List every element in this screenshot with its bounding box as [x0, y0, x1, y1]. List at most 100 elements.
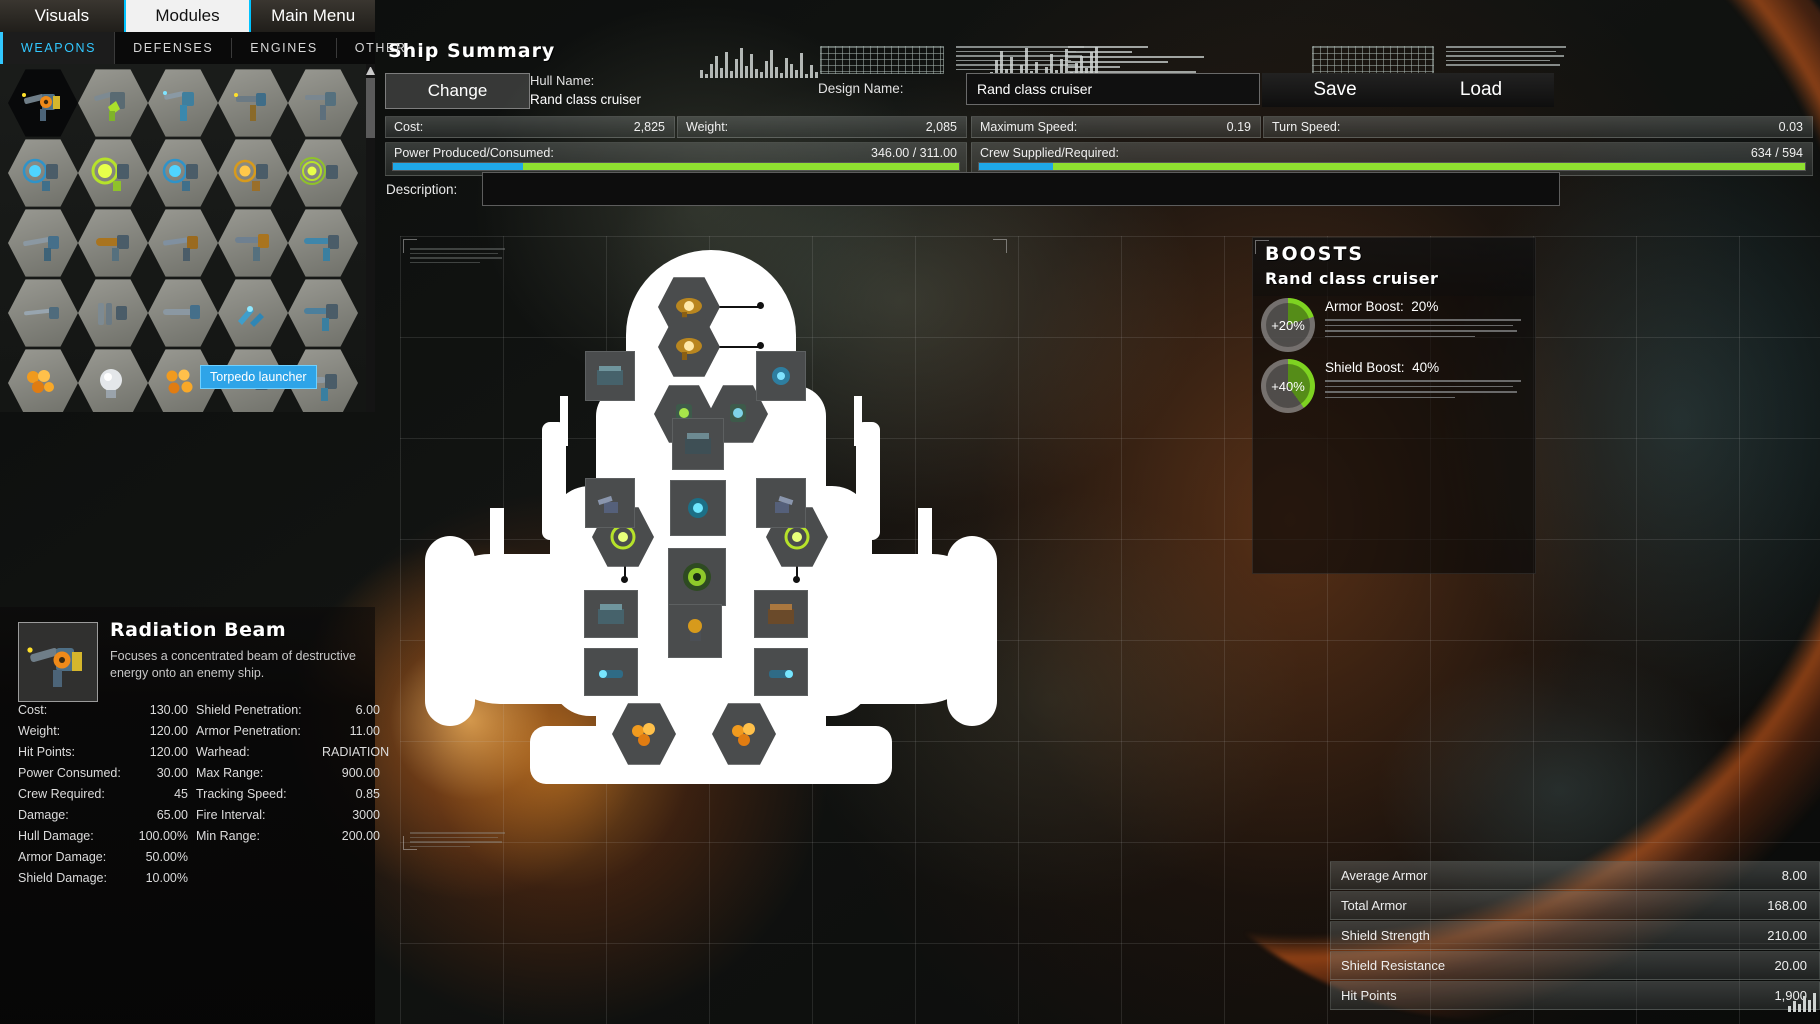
ship-module-slot[interactable] [585, 478, 635, 528]
stat-weight-value: 2,085 [926, 120, 966, 134]
ship-summary-panel: Ship Summary Change Hull Name: Rand clas… [378, 32, 1820, 222]
stat-value: 120.00 [126, 745, 196, 759]
module-item-ion-blaster[interactable] [288, 278, 358, 348]
module-item-rocket-rack[interactable] [78, 278, 148, 348]
module-item-green-laser[interactable] [78, 138, 148, 208]
module-item-plasma-cannon[interactable] [78, 68, 148, 138]
ship-module-slot[interactable] [756, 478, 806, 528]
reactor-module-icon [627, 719, 661, 749]
module-item-emp-bomb[interactable] [78, 348, 148, 412]
hull-name-label: Hull Name: [530, 73, 594, 88]
power-bar-cell: Power Produced/Consumed: 346.00 / 311.00 [385, 142, 967, 176]
hull-antenna-right [854, 396, 862, 446]
module-item-torpedo-tube[interactable] [288, 208, 358, 278]
hull-name-value: Rand class cruiser [530, 92, 641, 107]
module-item-light-cannon[interactable] [8, 278, 78, 348]
ship-stat-value: 8.00 [1782, 868, 1819, 883]
shield-boost-label: Shield Boost: [1325, 360, 1405, 375]
subtab-other-label: OTHER [355, 41, 407, 55]
stat-max-speed-label: Maximum Speed: [972, 120, 1077, 134]
tab-main-menu[interactable]: Main Menu [251, 0, 375, 32]
crew-bar-blue-fill [979, 163, 1053, 170]
module-item-pulse-gun[interactable] [288, 68, 358, 138]
module-row [8, 278, 358, 348]
ship-module-slot[interactable] [670, 480, 726, 536]
crew-bar-green-fill [979, 163, 1805, 170]
stat-weight: Weight: 2,085 [677, 116, 967, 138]
ion-cannon-icon [594, 658, 628, 686]
subtab-defenses[interactable]: DEFENSES [115, 38, 232, 58]
plasma-cannon-icon [90, 83, 136, 123]
ship-module-slot[interactable] [754, 590, 808, 638]
stat-label: Weight: [18, 724, 126, 738]
ship-stat-label: Total Armor [1331, 898, 1407, 913]
ship-module-slot[interactable] [668, 548, 726, 606]
module-item-blue-laser[interactable] [8, 138, 78, 208]
module-item-cyan-laser[interactable] [148, 138, 218, 208]
stat-value: 45 [126, 787, 196, 801]
proton-beam-icon [160, 223, 206, 263]
load-button[interactable]: Load [1408, 73, 1554, 107]
module-item-mass-driver[interactable] [218, 68, 288, 138]
crew-bar-value: 634 / 594 [1751, 146, 1803, 160]
stat-value: 30.00 [126, 766, 196, 780]
module-category-tabs[interactable]: WEAPONS DEFENSES ENGINES OTHER [0, 32, 375, 64]
engine-module-icon [673, 293, 705, 321]
description-input[interactable] [482, 172, 1560, 206]
save-button[interactable]: Save [1262, 73, 1408, 107]
power-core-icon [680, 493, 716, 523]
subtab-engines[interactable]: ENGINES [232, 38, 336, 58]
ship-module-slot[interactable] [584, 590, 638, 638]
module-item-nuclear-missile[interactable] [8, 348, 78, 412]
ship-stat-label: Average Armor [1331, 868, 1427, 883]
module-item-flak-cannon[interactable] [78, 208, 148, 278]
scroll-up-arrow-icon[interactable] [366, 66, 375, 75]
module-palette-grid[interactable] [0, 64, 369, 412]
subtab-defenses-label: DEFENSES [133, 41, 213, 55]
main-tab-bar[interactable]: Visuals Modules Main Menu [0, 0, 375, 32]
hull-tail [530, 726, 892, 784]
scrollbar-thumb[interactable] [366, 78, 375, 138]
design-name-input[interactable] [966, 73, 1260, 105]
mass-driver-icon [230, 83, 276, 123]
ship-module-slot[interactable] [668, 604, 722, 658]
stat-value: 3000 [322, 808, 388, 822]
subtab-weapons-label: WEAPONS [21, 41, 96, 55]
orange-laser-icon [230, 153, 276, 193]
header-paragraph-deco-2 [1446, 46, 1566, 69]
header-grid-deco-1 [820, 46, 944, 74]
power-bar-label: Power Produced/Consumed: [394, 146, 554, 160]
module-item-heavy-cannon[interactable] [148, 278, 218, 348]
module-item-orange-laser[interactable] [218, 138, 288, 208]
module-item-missile-pod[interactable] [218, 208, 288, 278]
armor-boost-label: Armor Boost: [1325, 299, 1404, 314]
stat-label: Max Range: [196, 766, 322, 780]
stat-label: Shield Penetration: [196, 703, 322, 717]
ship-module-slot[interactable] [756, 351, 806, 401]
ship-module-slot[interactable] [584, 648, 638, 696]
module-item-acid-beam[interactable] [288, 138, 358, 208]
turret-module-icon [765, 490, 797, 516]
module-item-radiation-beam[interactable] [8, 68, 78, 138]
cargo-module-icon [594, 363, 626, 389]
ship-module-slot[interactable] [672, 418, 724, 470]
crew-bar-cell: Crew Supplied/Required: 634 / 594 [971, 142, 1813, 176]
stat-label: Warhead: [196, 745, 322, 759]
subtab-weapons[interactable]: WEAPONS [0, 32, 115, 64]
change-hull-button[interactable]: Change [385, 73, 530, 109]
tab-visuals[interactable]: Visuals [0, 0, 124, 32]
stat-value: RADIATION [322, 745, 388, 759]
tab-main-menu-label: Main Menu [271, 6, 355, 26]
module-item-torpedo-launcher[interactable] [218, 278, 288, 348]
ion-beam-icon [160, 83, 206, 123]
header-grid-deco-2 [1312, 46, 1434, 74]
tab-modules[interactable]: Modules [124, 0, 252, 32]
engine-module-icon [673, 333, 705, 361]
module-row [8, 208, 358, 278]
module-item-proton-beam[interactable] [148, 208, 218, 278]
module-item-ion-beam[interactable] [148, 68, 218, 138]
module-item-railgun[interactable] [8, 208, 78, 278]
subtab-other[interactable]: OTHER [337, 38, 425, 58]
ship-module-slot[interactable] [754, 648, 808, 696]
ship-module-slot[interactable] [585, 351, 635, 401]
